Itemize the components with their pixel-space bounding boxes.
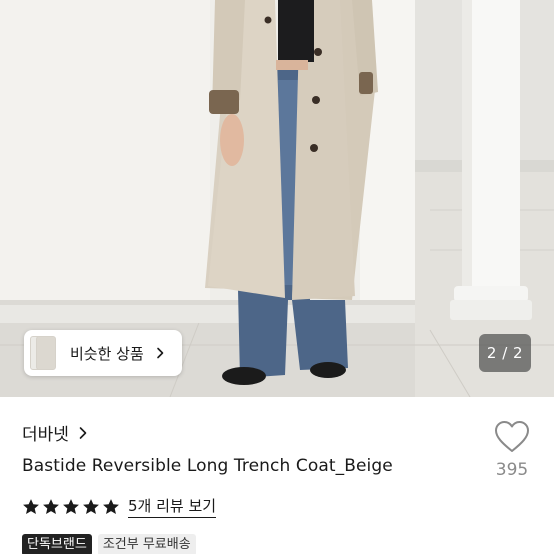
rating-row: 5개 리뷰 보기 (22, 495, 217, 518)
product-title: Bastide Reversible Long Trench Coat_Beig… (22, 456, 393, 476)
brand-link[interactable]: 더바넷 (22, 420, 89, 445)
exclusive-brand-badge: 단독브랜드 (22, 534, 92, 554)
star-filled-icon (103, 498, 119, 514)
star-filled-icon (23, 498, 39, 514)
chevron-right-icon (79, 426, 87, 439)
star-filled-icon (83, 498, 99, 514)
chevron-right-icon (156, 347, 164, 359)
heart-outline-icon (495, 421, 529, 452)
rating-stars (22, 498, 120, 516)
like-button[interactable]: 395 (490, 420, 534, 480)
similar-products-label: 비슷한 상품 (70, 344, 144, 363)
star-filled-icon (63, 498, 79, 514)
free-shipping-badge: 조건부 무료배송 (97, 534, 196, 554)
badge-list: 단독브랜드 조건부 무료배송 (22, 534, 196, 554)
star-filled-icon (43, 498, 59, 514)
image-page-indicator: 2 / 2 (479, 334, 531, 372)
brand-name: 더바넷 (22, 425, 69, 445)
product-photo[interactable]: 비슷한 상품 2 / 2 (0, 0, 554, 397)
review-link[interactable]: 5개 리뷰 보기 (128, 495, 217, 518)
similar-products-thumbnails (24, 330, 58, 376)
similar-products-button[interactable]: 비슷한 상품 (24, 330, 182, 376)
like-count: 395 (495, 460, 529, 480)
similar-thumbnail (36, 336, 56, 370)
